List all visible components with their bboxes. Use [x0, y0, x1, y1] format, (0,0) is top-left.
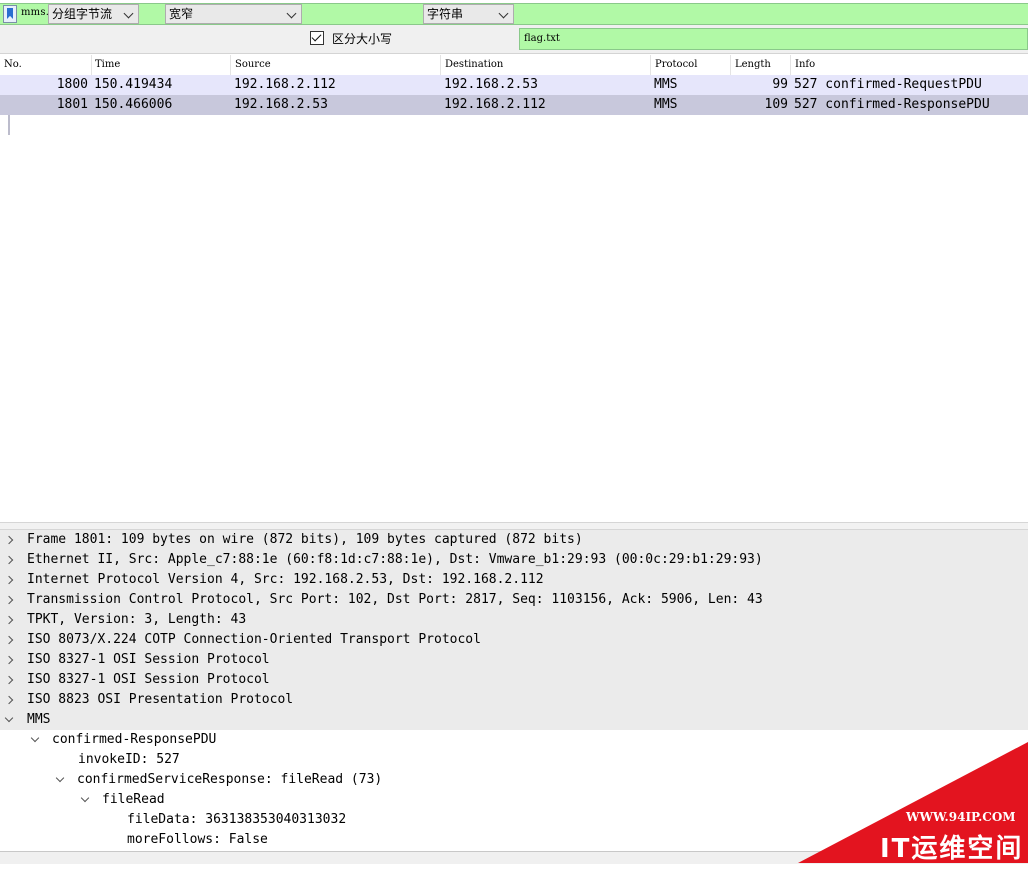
chevron-right-icon[interactable]	[4, 555, 14, 565]
tree-item-file-read[interactable]: fileRead	[0, 790, 1028, 810]
packet-time: 150.419434	[94, 77, 173, 92]
bookmark-icon[interactable]	[3, 5, 17, 23]
tree-item-tcp[interactable]: Transmission Control Protocol, Src Port:…	[0, 590, 1028, 610]
chevron-down-icon[interactable]	[30, 733, 40, 743]
tree-item-presentation[interactable]: ISO 8823 OSI Presentation Protocol	[0, 690, 1028, 710]
tree-item-confirmed-response[interactable]: confirmed-ResponsePDU	[0, 730, 1028, 750]
packet-info: 527 confirmed-RequestPDU	[794, 77, 982, 92]
chevron-down-icon[interactable]	[4, 713, 14, 723]
pane-splitter[interactable]	[0, 522, 1028, 530]
chevron-right-icon[interactable]	[4, 635, 14, 645]
chevron-right-icon[interactable]	[4, 535, 14, 545]
packet-no: 1800	[56, 77, 88, 92]
packet-list-header: No. Time Source Destination Protocol Len…	[0, 55, 1028, 76]
packet-info: 527 confirmed-ResponsePDU	[794, 97, 990, 112]
packet-source: 192.168.2.112	[234, 77, 336, 92]
tree-item-cotp[interactable]: ISO 8073/X.224 COTP Connection-Oriented …	[0, 630, 1028, 650]
search-in-value: 分组字节流	[52, 7, 113, 21]
packet-time: 150.466006	[94, 97, 173, 112]
case-sensitive-label: 区分大小写	[332, 32, 393, 46]
chevron-right-icon[interactable]	[4, 675, 14, 685]
packet-destination: 192.168.2.112	[444, 97, 546, 112]
chevron-right-icon[interactable]	[4, 615, 14, 625]
search-in-select[interactable]: 分组字节流	[48, 4, 139, 24]
column-header-destination[interactable]: Destination	[445, 59, 503, 70]
column-header-time[interactable]: Time	[95, 59, 120, 70]
charset-select[interactable]: 宽窄	[165, 4, 302, 24]
response-link-icon	[8, 115, 10, 135]
chevron-down-icon	[498, 8, 509, 19]
chevron-down-icon	[286, 8, 297, 19]
tree-item-frame[interactable]: Frame 1801: 109 bytes on wire (872 bits)…	[0, 530, 1028, 550]
display-filter-bar[interactable]: mms.invokeID==527	[0, 3, 1028, 25]
packet-row-selected[interactable]: 1801 150.466006 192.168.2.53 192.168.2.1…	[0, 95, 1028, 135]
chevron-right-icon[interactable]	[4, 575, 14, 585]
tree-item-session[interactable]: ISO 8327-1 OSI Session Protocol	[0, 670, 1028, 690]
column-header-protocol[interactable]: Protocol	[655, 59, 697, 70]
packet-row[interactable]: 1800 150.419434 192.168.2.112 192.168.2.…	[0, 75, 1028, 115]
column-header-info[interactable]: Info	[795, 59, 815, 70]
packet-destination: 192.168.2.53	[444, 77, 538, 92]
tree-item-session[interactable]: ISO 8327-1 OSI Session Protocol	[0, 650, 1028, 670]
chevron-down-icon[interactable]	[80, 793, 90, 803]
tree-item-ethernet[interactable]: Ethernet II, Src: Apple_c7:88:1e (60:f8:…	[0, 550, 1028, 570]
search-text-input[interactable]: flag.txt	[519, 28, 1028, 50]
chevron-down-icon[interactable]	[55, 773, 65, 783]
case-sensitive-checkbox[interactable]	[310, 31, 324, 45]
search-type-value: 字符串	[427, 7, 464, 21]
tree-item-tpkt[interactable]: TPKT, Version: 3, Length: 43	[0, 610, 1028, 630]
packet-protocol: MMS	[654, 97, 678, 112]
packet-length: 99	[772, 77, 788, 92]
chevron-down-icon	[123, 8, 134, 19]
chevron-right-icon[interactable]	[4, 655, 14, 665]
watermark-url: WWW.94IP.COM	[906, 810, 1016, 824]
watermark-name: IT运维空间	[880, 834, 1024, 864]
packet-length: 109	[764, 97, 788, 112]
search-type-select[interactable]: 字符串	[423, 4, 514, 24]
packet-no: 1801	[56, 97, 88, 112]
column-header-length[interactable]: Length	[735, 59, 771, 70]
packet-source: 192.168.2.53	[234, 97, 328, 112]
column-header-no[interactable]: No.	[4, 59, 22, 70]
tree-item-mms[interactable]: MMS	[0, 710, 1028, 730]
column-header-source[interactable]: Source	[235, 59, 271, 70]
tree-item-confirmed-service-response[interactable]: confirmedServiceResponse: fileRead (73)	[0, 770, 1028, 790]
chevron-right-icon[interactable]	[4, 695, 14, 705]
packet-protocol: MMS	[654, 77, 678, 92]
chevron-right-icon[interactable]	[4, 595, 14, 605]
tree-item-ipv4[interactable]: Internet Protocol Version 4, Src: 192.16…	[0, 570, 1028, 590]
charset-value: 宽窄	[169, 7, 194, 21]
tree-item-invoke-id[interactable]: invokeID: 527	[0, 750, 1028, 770]
